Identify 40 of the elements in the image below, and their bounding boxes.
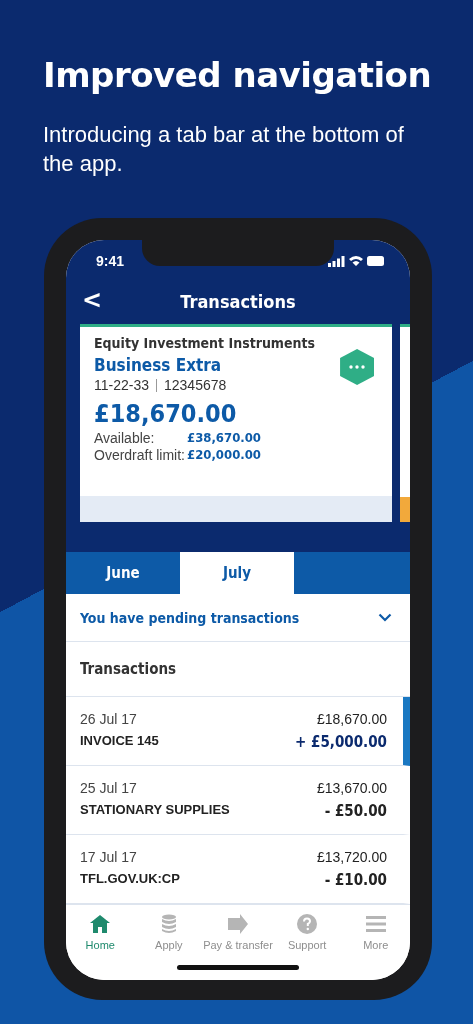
- transaction-date: 17 Jul 17: [80, 849, 138, 865]
- overdraft-amount: £20,000.00: [187, 447, 262, 463]
- headline: Improved navigation: [43, 54, 433, 97]
- status-icons: [328, 254, 386, 268]
- status-time: 9:41: [96, 253, 125, 269]
- back-button[interactable]: <: [82, 286, 103, 314]
- next-card-edge[interactable]: [400, 324, 410, 522]
- transaction-row[interactable]: 25 Jul 17 £13,670.00 STATIONARY SUPPLIES - £50.00: [66, 766, 410, 835]
- running-balance: £18,670.00: [315, 711, 387, 727]
- transaction-description: TFL.GOV.UK:CP: [80, 871, 181, 888]
- transaction-description: INVOICE 145: [80, 733, 160, 750]
- screen-title: Transactions: [180, 290, 296, 312]
- overdraft-label: Overdraft limit:: [94, 447, 186, 463]
- transaction-amount: - £10.00: [323, 871, 387, 889]
- tab-bar-item[interactable]: Apply: [134, 913, 204, 951]
- account-balance: £18,670.00: [94, 399, 238, 428]
- menu-icon: [364, 913, 387, 935]
- running-balance: £13,670.00: [316, 780, 387, 796]
- account-card[interactable]: Equity Investment Instruments Business Extra 11-22-33 12345678 £18,670.00 Available: £38,670.00 Overdraft limit:£20,000.00: [80, 324, 393, 522]
- transaction-row[interactable]: 26 Jul 17 £18,670.00 INVOICE 145 + £5,000.00: [66, 697, 410, 766]
- home-icon: [89, 913, 112, 935]
- transaction-description: STATIONARY SUPPLIES: [80, 802, 231, 819]
- transaction-date: 25 Jul 17: [80, 780, 138, 796]
- help-icon: [296, 913, 319, 935]
- tab-bar-item[interactable]: More: [341, 913, 410, 951]
- available-label: Available:: [94, 430, 156, 446]
- account-name: Business Extra: [94, 355, 222, 375]
- transaction-amount: - £50.00: [323, 802, 387, 820]
- tab-bar-item[interactable]: Home: [66, 913, 135, 951]
- month-tab[interactable]: July: [180, 552, 294, 594]
- company-name: Equity Investment Instruments: [94, 335, 316, 351]
- tab-bar-item[interactable]: Pay & transfer: [203, 913, 273, 951]
- dots-icon: [349, 365, 366, 369]
- transaction-date: 26 Jul 17: [80, 711, 138, 727]
- running-balance: £13,720.00: [316, 849, 387, 865]
- transaction-amount: + £5,000.00: [295, 733, 387, 751]
- account-numbers: 11-22-33 12345678: [94, 377, 228, 393]
- subtitle: Introducing a tab bar at the bottom of the app.: [43, 121, 405, 178]
- available-amount: £38,670.00: [187, 430, 262, 446]
- section-title: Transactions: [80, 660, 177, 678]
